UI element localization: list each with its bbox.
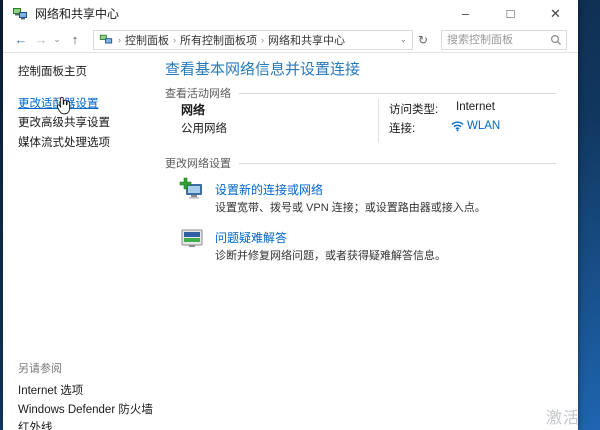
address-dropdown-icon[interactable]: ⌄ (394, 34, 412, 45)
sidebar-item-infrared[interactable]: 红外线 (18, 419, 53, 430)
address-bar[interactable]: › 控制面板 › 所有控制面板项 › 网络和共享中心 ⌄ (93, 30, 413, 50)
troubleshoot-icon (179, 226, 205, 252)
setup-new-connection-description: 设置宽带、拨号或 VPN 连接；或设置路由器或接入点。 (215, 199, 486, 215)
sidebar-item-windows-defender-firewall[interactable]: Windows Defender 防火墙 (18, 401, 153, 417)
navigation-toolbar: ← → ⌄ ↑ › 控制面板 › 所有控制面板项 › 网络和共享中心 ⌄ (3, 27, 578, 53)
title-bar[interactable]: 网络和共享中心 – □ ✕ (3, 0, 578, 27)
maximize-button[interactable]: □ (488, 0, 533, 27)
wifi-signal-icon (451, 119, 464, 137)
close-button[interactable]: ✕ (533, 0, 578, 27)
page-title: 查看基本网络信息并设置连接 (165, 58, 360, 79)
forward-button[interactable]: → (31, 32, 51, 47)
section-rule (239, 93, 556, 94)
network-sharing-center-window: 网络和共享中心 – □ ✕ ← → ⌄ ↑ › 控制面板 (3, 0, 578, 430)
history-dropdown-icon[interactable]: ⌄ (51, 34, 63, 45)
network-name: 网络 (181, 101, 205, 118)
active-networks-section-title: 查看活动网络 (165, 85, 231, 101)
breadcrumb-network-sharing[interactable]: 网络和共享中心 (265, 32, 348, 48)
activate-windows-watermark: 激活 (546, 404, 580, 428)
setup-new-connection-link[interactable]: 设置新的连接或网络 (215, 181, 323, 198)
sidebar-item-change-advanced-sharing[interactable]: 更改高级共享设置 (18, 114, 110, 130)
network-info-divider (378, 99, 379, 143)
refresh-icon[interactable]: ↻ (413, 33, 433, 47)
window-title: 网络和共享中心 (35, 5, 119, 22)
back-button[interactable]: ← (11, 32, 31, 47)
search-input[interactable] (442, 34, 546, 46)
wlan-connection-link[interactable]: WLAN (467, 120, 500, 132)
change-settings-section-title: 更改网络设置 (165, 155, 231, 171)
hand-cursor (55, 96, 72, 116)
new-connection-icon (179, 177, 205, 203)
access-type-label: 访问类型: (389, 101, 438, 117)
connection-label: 连接: (389, 120, 415, 136)
section-rule (239, 163, 556, 164)
see-also-header: 另请参阅 (18, 360, 62, 376)
access-type-value: Internet (456, 101, 495, 113)
up-button[interactable]: ↑ (65, 32, 85, 47)
network-sharing-icon (12, 6, 28, 22)
minimize-button[interactable]: – (443, 0, 488, 27)
troubleshoot-description: 诊断并修复网络问题，或者获得疑难解答信息。 (215, 247, 446, 263)
breadcrumb-control-panel[interactable]: 控制面板 (122, 32, 172, 48)
desktop: 网络和共享中心 – □ ✕ ← → ⌄ ↑ › 控制面板 (0, 0, 600, 430)
search-icon[interactable] (546, 34, 566, 46)
breadcrumb-all-items[interactable]: 所有控制面板项 (177, 32, 260, 48)
active-networks-section-header: 查看活动网络 (165, 85, 556, 101)
sidebar-item-control-panel-home[interactable]: 控制面板主页 (18, 63, 87, 79)
troubleshoot-problems-link[interactable]: 问题疑难解答 (215, 229, 287, 246)
change-settings-section-header: 更改网络设置 (165, 155, 556, 171)
breadcrumb-location-icon (99, 33, 113, 47)
sidebar-item-media-streaming-options[interactable]: 媒体流式处理选项 (18, 134, 110, 150)
sidebar-item-internet-options[interactable]: Internet 选项 (18, 382, 83, 398)
search-box (441, 30, 567, 50)
network-type: 公用网络 (181, 120, 227, 136)
